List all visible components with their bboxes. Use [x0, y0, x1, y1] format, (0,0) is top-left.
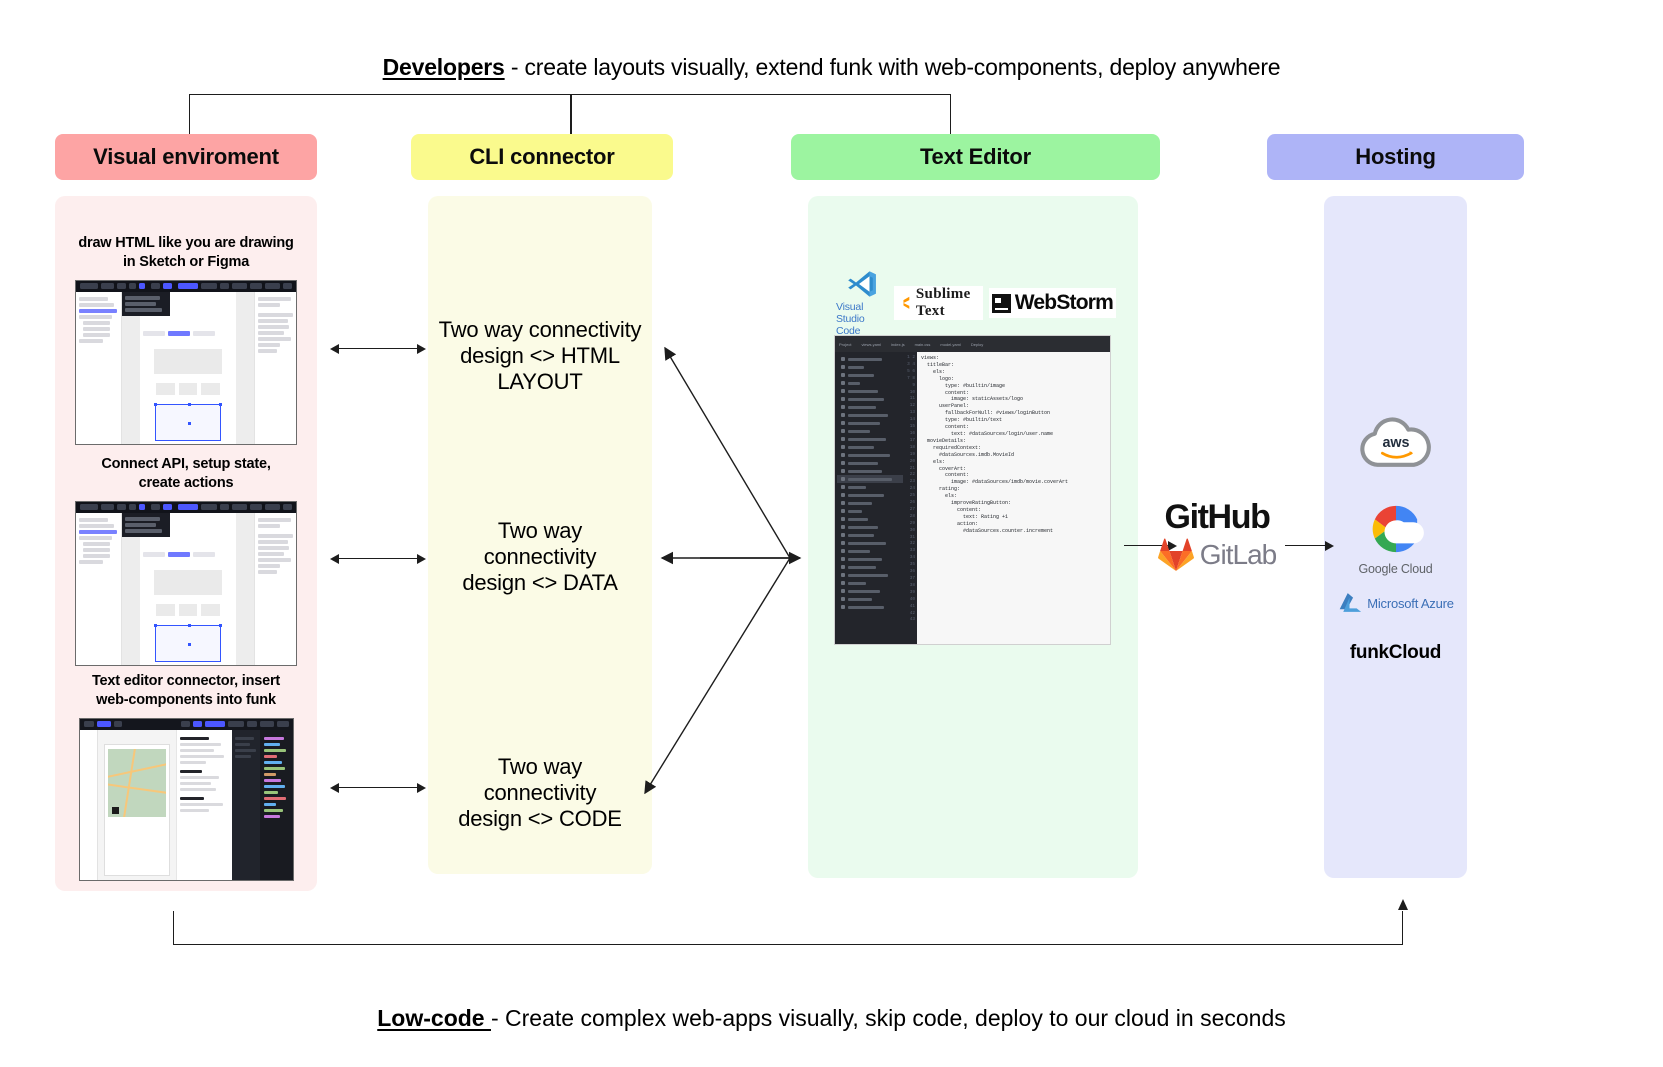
visual-item-2-screenshot [75, 500, 297, 666]
column-header-text-editor[interactable]: Text Editor [791, 134, 1160, 180]
mock-layer-tree [76, 512, 122, 665]
vscode-icon [848, 271, 876, 297]
aws-logo: aws [1324, 417, 1467, 478]
funkcloud-label: funkCloud [1349, 642, 1442, 663]
visual-item-1-caption: draw HTML like you are drawing in Sketch… [78, 235, 294, 270]
lowcode-bracket-arrow [1397, 899, 1408, 910]
code-editor-line-numbers: 1 2 3 4 5 6 7 8 9 10 11 12 13 14 15 16 1… [905, 352, 917, 644]
visual-item-1: draw HTML like you are drawing in Sketch… [55, 234, 317, 445]
mock-inspector [175, 729, 232, 880]
bottom-caption: Low-code - Create complex web-apps visua… [0, 1005, 1663, 1032]
mock-toolbar [76, 280, 296, 292]
webstorm-logo: WebStorm [988, 288, 1116, 318]
vscode-label: Visual Studio Code [836, 301, 865, 337]
microsoft-azure-logo: Microsoft Azure [1324, 592, 1467, 614]
column-header-cli-connector[interactable]: CLI connector [411, 134, 673, 180]
google-cloud-logo: Google Cloud [1324, 504, 1467, 576]
lowcode-bracket [173, 899, 1408, 945]
git-logos: GitHub GitLab [1152, 500, 1282, 572]
mock-inspector [254, 291, 296, 444]
bottom-caption-lead: Low-code [377, 1005, 491, 1031]
visual-item-2-caption: Connect API, setup state, create actions [101, 456, 271, 491]
editor-logo-row: Visual Studio Code Sublime Text WebStorm [836, 271, 1116, 337]
sublime-text-label: Sublime Text [915, 286, 971, 319]
mock-inspector [254, 512, 296, 665]
developers-bracket [189, 94, 951, 137]
vscode-logo: Visual Studio Code [836, 269, 888, 337]
aws-icon: aws [1359, 417, 1431, 467]
mock-insert-menu [122, 512, 170, 537]
mock-toolbar [76, 501, 296, 513]
github-label: GitHub [1164, 498, 1271, 536]
google-cloud-icon [1372, 505, 1424, 553]
column-header-visual-enviroment[interactable]: Visual enviroment [55, 134, 317, 180]
sublime-icon [903, 296, 910, 309]
code-editor-file-tree [835, 352, 905, 644]
gitlab-logo: GitLab [1152, 538, 1282, 572]
mock-preview [97, 729, 176, 880]
top-caption-lead: Developers [382, 54, 505, 80]
visual-item-3-caption: Text editor connector, insert web-compon… [91, 673, 281, 708]
mock-code-pane [259, 729, 293, 880]
webstorm-label: WebStorm [1014, 291, 1114, 314]
visual-item-1-screenshot [75, 279, 297, 445]
mock-insert-menu [122, 291, 170, 316]
gitlab-label: GitLab [1199, 539, 1277, 570]
gitlab-icon [1157, 538, 1194, 571]
mock-body [76, 512, 296, 665]
visual-item-2: Connect API, setup state, create actions [55, 455, 317, 666]
diagram-canvas: Developers - create layouts visually, ex… [0, 0, 1663, 1067]
google-cloud-label: Google Cloud [1358, 562, 1433, 576]
mock-project-tree [231, 729, 260, 880]
code-editor-project-label: Project [839, 341, 852, 347]
code-editor-tabbar: Project views.yaml index.js main.css mod… [835, 336, 1110, 352]
cli-text-code: Two way connectivity design <> CODE [458, 754, 622, 831]
azure-label: Microsoft Azure [1367, 595, 1454, 611]
visual-item-3: Text editor connector, insert web-compon… [55, 672, 317, 881]
top-caption-rest: - create layouts visually, extend funk w… [504, 54, 1281, 80]
sublime-text-logo: Sublime Text [894, 286, 983, 320]
funkcloud-logo: funkCloud [1324, 642, 1467, 664]
svg-text:aws: aws [1382, 435, 1409, 451]
code-editor-screenshot: Project views.yaml index.js main.css mod… [834, 335, 1111, 645]
top-caption: Developers - create layouts visually, ex… [0, 54, 1663, 81]
bottom-caption-rest: - Create complex web-apps visually, skip… [490, 1005, 1286, 1031]
cli-text-html-layout: Two way connectivity design <> HTML LAYO… [438, 317, 642, 394]
mock-layer-tree [76, 291, 122, 444]
column-header-hosting[interactable]: Hosting [1267, 134, 1524, 180]
azure-icon [1339, 593, 1362, 612]
webstorm-icon [991, 293, 1011, 313]
mock-toolbar [79, 718, 293, 730]
visual-item-3-screenshot [78, 717, 294, 881]
cli-text-data: Two way connectivity design <> DATA [462, 518, 618, 595]
mock-body [79, 729, 293, 880]
developers-bracket-stem [570, 95, 572, 137]
map-preview [107, 748, 166, 817]
mock-body [76, 291, 296, 444]
code-editor-source: views: titleBar: els: logo: type: #built… [917, 352, 1110, 644]
